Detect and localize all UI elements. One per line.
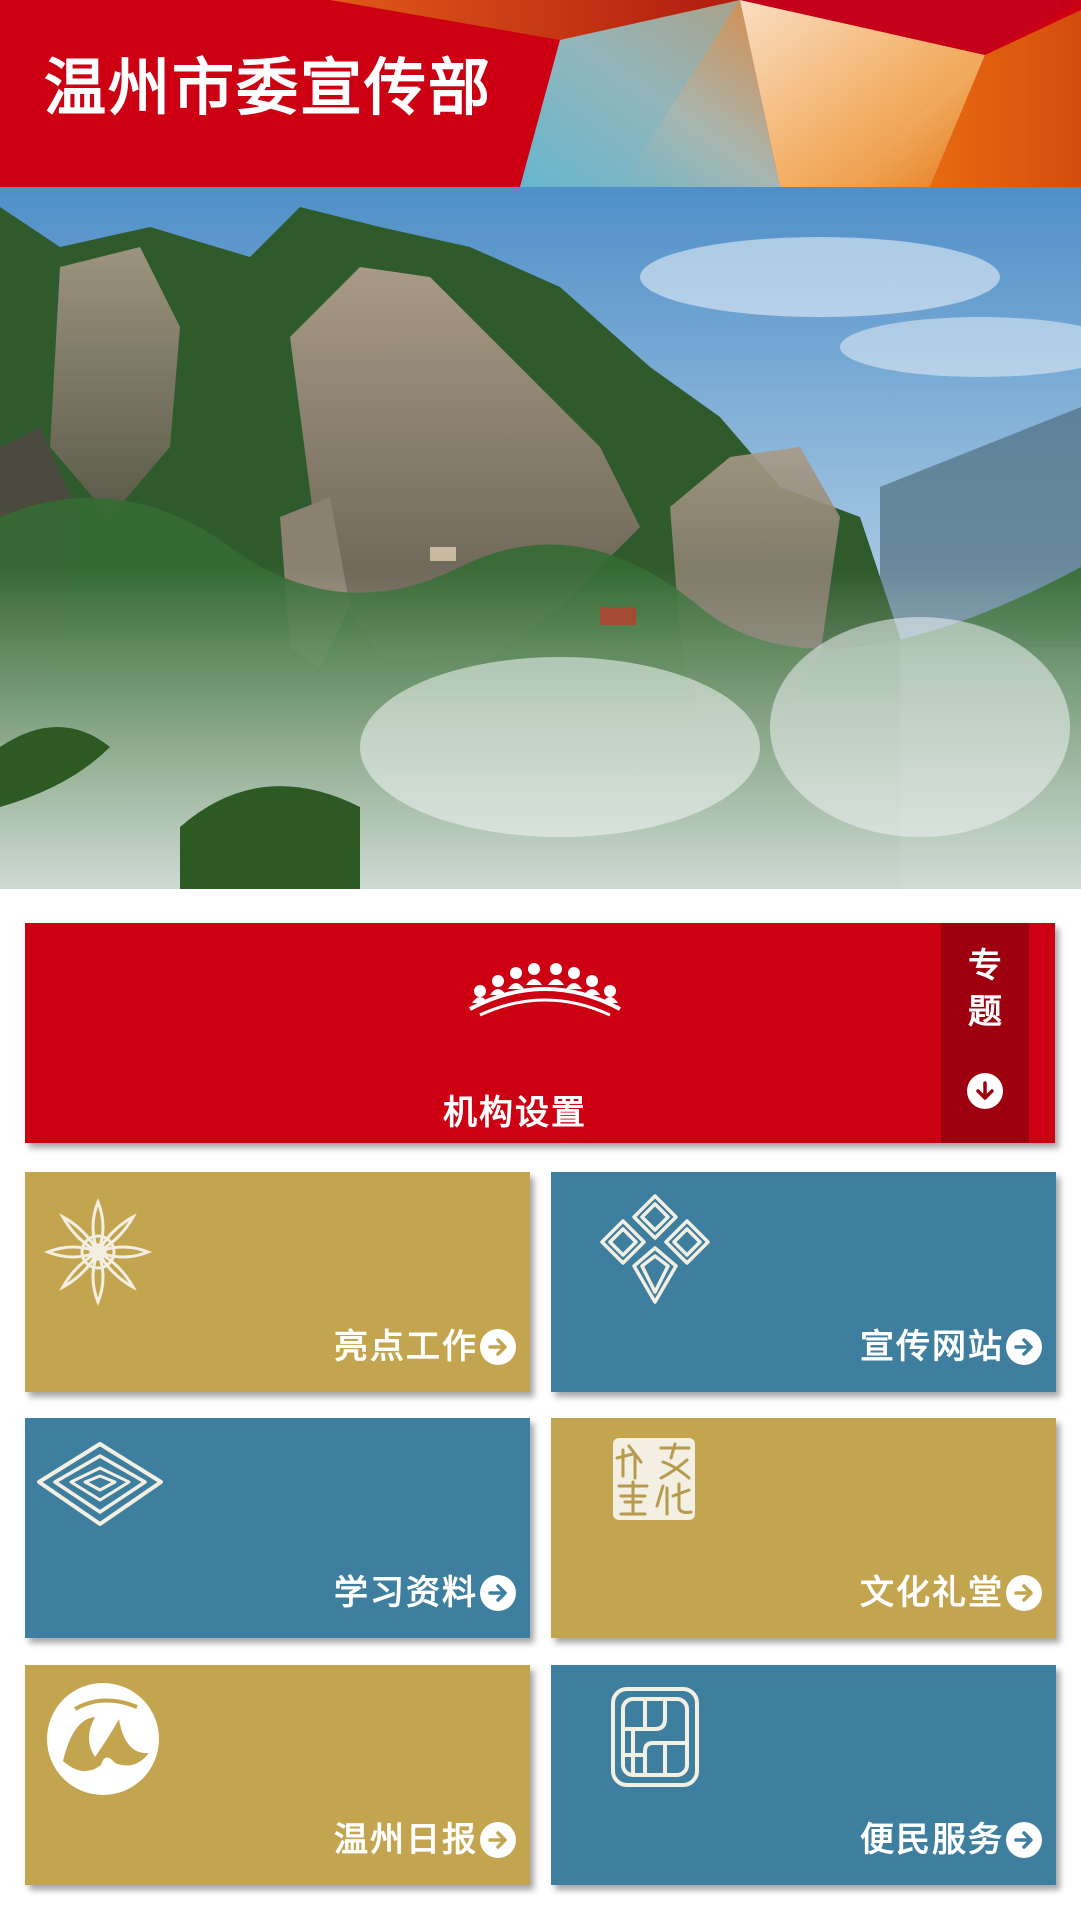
arrow-right-icon	[480, 1329, 516, 1365]
arrow-right-icon	[1006, 1822, 1042, 1858]
arrow-right-icon	[480, 1822, 516, 1858]
tile-label: 宣传网站	[860, 1327, 1004, 1367]
tile-label: 温州日报	[334, 1820, 478, 1860]
publicity-website-tile[interactable]: 宣传网站	[551, 1172, 1056, 1392]
study-materials-tile[interactable]: 学习资料	[25, 1418, 530, 1638]
arrow-down-icon	[967, 1073, 1003, 1109]
special-topics-char-1: 专	[968, 946, 1002, 986]
special-topics-label: 专 题	[941, 943, 1029, 1035]
public-services-tile[interactable]: 便民服务	[551, 1665, 1056, 1885]
org-structure-label: 机构设置	[443, 1093, 587, 1133]
tile-label: 亮点工作	[334, 1327, 478, 1367]
mountain-illustration	[0, 187, 1081, 889]
highlights-tile[interactable]: 亮点工作	[25, 1172, 530, 1392]
crowd-arch-icon	[469, 963, 621, 1017]
tile-label: 文化礼堂	[860, 1573, 1004, 1613]
app-header: 温州市委宣传部	[0, 0, 1081, 187]
diamond-knot-icon	[600, 1194, 710, 1304]
page-title: 温州市委宣传部	[44, 51, 493, 124]
tile-label: 学习资料	[334, 1573, 478, 1613]
hero-landscape-image	[0, 187, 1081, 889]
arrow-right-icon	[480, 1575, 516, 1611]
chrysanthemum-icon	[43, 1197, 153, 1307]
arrow-right-icon	[1006, 1575, 1042, 1611]
service-window-icon	[611, 1687, 699, 1787]
special-topics-button[interactable]: 专 题	[941, 923, 1029, 1143]
wenzhou-daily-tile[interactable]: 温州日报	[25, 1665, 530, 1885]
wenzhou-daily-logo-icon	[47, 1683, 159, 1795]
culture-hall-seal-icon	[613, 1438, 695, 1520]
tile-label: 便民服务	[860, 1820, 1004, 1860]
culture-hall-tile[interactable]: 文化礼堂	[551, 1418, 1056, 1638]
arrow-right-icon	[1006, 1329, 1042, 1365]
special-topics-char-2: 题	[968, 992, 1002, 1032]
layered-diamond-icon	[37, 1442, 163, 1526]
